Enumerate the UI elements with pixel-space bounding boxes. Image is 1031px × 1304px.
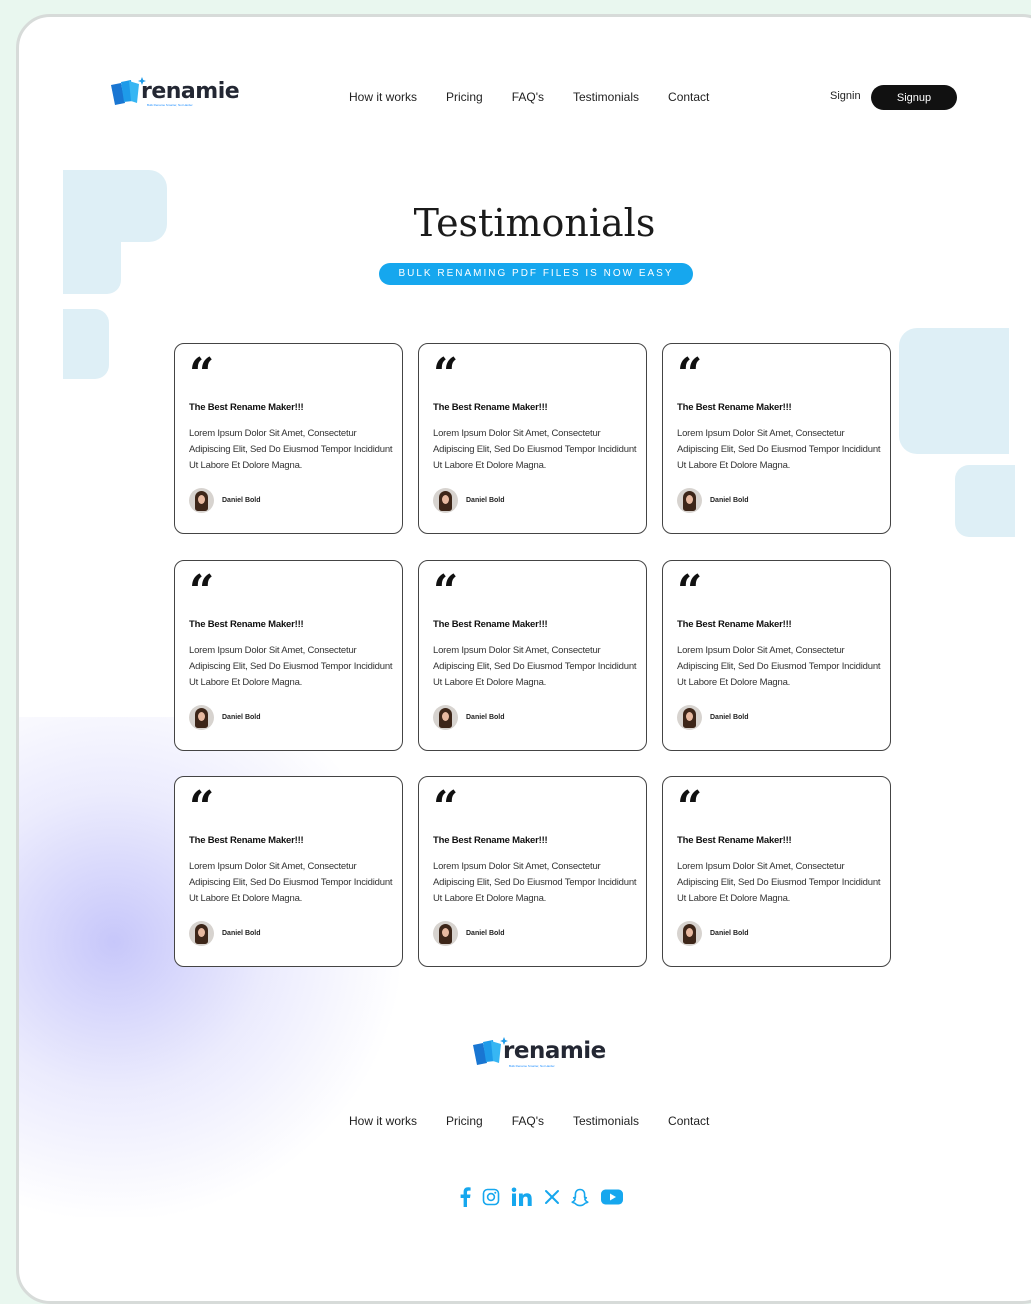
author-name: Daniel Bold	[466, 714, 505, 721]
youtube-icon[interactable]	[600, 1188, 624, 1206]
testimonial-title: The Best Rename Maker!!!	[433, 619, 548, 630]
nav-pricing[interactable]: Pricing	[446, 90, 483, 104]
testimonial-author: Daniel Bold	[189, 705, 261, 730]
linkedin-icon[interactable]	[511, 1187, 533, 1207]
footer-nav-testimonials[interactable]: Testimonials	[573, 1114, 639, 1128]
nav-testimonials[interactable]: Testimonials	[573, 90, 639, 104]
signup-button[interactable]: Signup	[871, 85, 957, 110]
deco-block-right-bottom	[955, 465, 1015, 537]
quote-mark-icon: “	[189, 349, 214, 400]
testimonial-body: Lorem Ipsum Dolor Sit Amet, Consectetur …	[677, 645, 881, 688]
testimonial-body: Lorem Ipsum Dolor Sit Amet, Consectetur …	[677, 428, 881, 471]
testimonial-card: “ The Best Rename Maker!!! Lorem Ipsum D…	[174, 560, 403, 751]
avatar	[189, 921, 214, 946]
footer-nav: How it works Pricing FAQ's Testimonials …	[349, 1114, 709, 1128]
header-nav: How it works Pricing FAQ's Testimonials …	[349, 90, 709, 104]
testimonial-title: The Best Rename Maker!!!	[677, 619, 792, 630]
author-name: Daniel Bold	[710, 714, 749, 721]
author-name: Daniel Bold	[222, 497, 261, 504]
testimonial-card: “ The Best Rename Maker!!! Lorem Ipsum D…	[174, 343, 403, 534]
testimonial-title: The Best Rename Maker!!!	[189, 619, 304, 630]
avatar	[189, 488, 214, 513]
page-title: Testimonials	[413, 201, 656, 245]
facebook-icon[interactable]	[459, 1187, 471, 1207]
footer-nav-faqs[interactable]: FAQ's	[512, 1114, 544, 1128]
nav-how-it-works[interactable]: How it works	[349, 90, 417, 104]
testimonial-author: Daniel Bold	[189, 921, 261, 946]
signin-link[interactable]: Signin	[830, 90, 861, 102]
testimonial-author: Daniel Bold	[433, 488, 505, 513]
testimonial-author: Daniel Bold	[677, 705, 749, 730]
testimonial-card: “ The Best Rename Maker!!! Lorem Ipsum D…	[174, 776, 403, 967]
testimonial-card: “ The Best Rename Maker!!! Lorem Ipsum D…	[418, 343, 647, 534]
deco-block-left-mid	[63, 242, 121, 294]
x-icon[interactable]	[544, 1189, 560, 1205]
deco-block-left-small	[63, 309, 109, 379]
testimonial-body: Lorem Ipsum Dolor Sit Amet, Consectetur …	[433, 645, 637, 688]
quote-mark-icon: “	[433, 782, 458, 833]
testimonial-card: “ The Best Rename Maker!!! Lorem Ipsum D…	[662, 343, 891, 534]
quote-mark-icon: “	[433, 566, 458, 617]
footer-nav-pricing[interactable]: Pricing	[446, 1114, 483, 1128]
testimonial-body: Lorem Ipsum Dolor Sit Amet, Consectetur …	[433, 428, 637, 471]
testimonial-author: Daniel Bold	[433, 921, 505, 946]
instagram-icon[interactable]	[482, 1188, 500, 1206]
avatar	[189, 705, 214, 730]
quote-mark-icon: “	[189, 782, 214, 833]
testimonial-card: “ The Best Rename Maker!!! Lorem Ipsum D…	[662, 560, 891, 751]
logo-mark-icon	[109, 77, 146, 105]
social-links	[459, 1187, 624, 1207]
avatar	[677, 921, 702, 946]
snapchat-icon[interactable]	[571, 1188, 589, 1207]
nav-contact[interactable]: Contact	[668, 90, 709, 104]
testimonial-body: Lorem Ipsum Dolor Sit Amet, Consectetur …	[189, 428, 393, 471]
avatar	[677, 705, 702, 730]
testimonial-title: The Best Rename Maker!!!	[677, 835, 792, 846]
testimonial-card: “ The Best Rename Maker!!! Lorem Ipsum D…	[418, 560, 647, 751]
testimonial-card: “ The Best Rename Maker!!! Lorem Ipsum D…	[418, 776, 647, 967]
testimonial-author: Daniel Bold	[677, 488, 749, 513]
quote-mark-icon: “	[677, 566, 702, 617]
footer-nav-how-it-works[interactable]: How it works	[349, 1114, 417, 1128]
author-name: Daniel Bold	[466, 497, 505, 504]
testimonial-title: The Best Rename Maker!!!	[189, 835, 304, 846]
testimonial-body: Lorem Ipsum Dolor Sit Amet, Consectetur …	[677, 861, 881, 904]
footer-nav-contact[interactable]: Contact	[668, 1114, 709, 1128]
testimonial-author: Daniel Bold	[189, 488, 261, 513]
testimonial-title: The Best Rename Maker!!!	[433, 402, 548, 413]
hero-badge: BULK RENAMING PDF FILES IS NOW EASY	[379, 263, 693, 285]
avatar	[433, 705, 458, 730]
author-name: Daniel Bold	[710, 930, 749, 937]
logo-mark-icon	[471, 1037, 508, 1065]
testimonial-card: “ The Best Rename Maker!!! Lorem Ipsum D…	[662, 776, 891, 967]
quote-mark-icon: “	[433, 349, 458, 400]
logo-wordmark: renamie	[141, 78, 240, 104]
avatar	[677, 488, 702, 513]
deco-block-right-top	[899, 328, 1009, 454]
testimonial-title: The Best Rename Maker!!!	[433, 835, 548, 846]
testimonial-title: The Best Rename Maker!!!	[189, 402, 304, 413]
nav-faqs[interactable]: FAQ's	[512, 90, 544, 104]
author-name: Daniel Bold	[222, 930, 261, 937]
quote-mark-icon: “	[189, 566, 214, 617]
author-name: Daniel Bold	[466, 930, 505, 937]
testimonial-body: Lorem Ipsum Dolor Sit Amet, Consectetur …	[189, 861, 393, 904]
testimonial-body: Lorem Ipsum Dolor Sit Amet, Consectetur …	[433, 861, 637, 904]
logo-tagline: Bulk Rename Smarter, Not Harder	[147, 103, 193, 107]
testimonial-body: Lorem Ipsum Dolor Sit Amet, Consectetur …	[189, 645, 393, 688]
quote-mark-icon: “	[677, 782, 702, 833]
testimonial-author: Daniel Bold	[433, 705, 505, 730]
avatar	[433, 488, 458, 513]
quote-mark-icon: “	[677, 349, 702, 400]
testimonial-title: The Best Rename Maker!!!	[677, 402, 792, 413]
logo-tagline: Bulk Rename Smarter, Not Harder	[509, 1064, 555, 1068]
header-logo[interactable]: renamie Bulk Rename Smarter, Not Harder	[109, 77, 240, 107]
testimonial-author: Daniel Bold	[677, 921, 749, 946]
logo-wordmark: renamie	[503, 1038, 606, 1064]
author-name: Daniel Bold	[222, 714, 261, 721]
page-frame: renamie Bulk Rename Smarter, Not Harder …	[16, 14, 1031, 1304]
footer-logo[interactable]: renamie Bulk Rename Smarter, Not Harder	[471, 1037, 606, 1068]
avatar	[433, 921, 458, 946]
author-name: Daniel Bold	[710, 497, 749, 504]
